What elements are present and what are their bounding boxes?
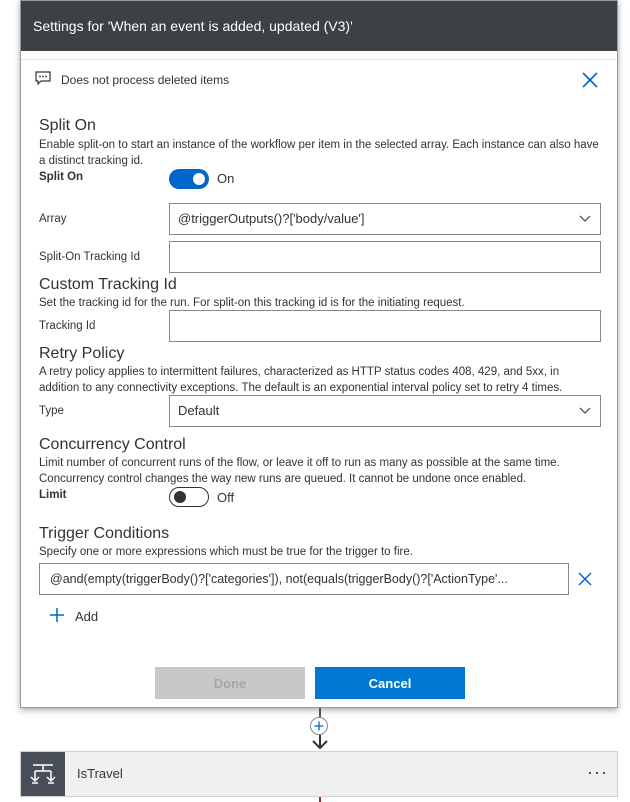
add-label: Add — [75, 609, 99, 624]
cancel-button[interactable]: Cancel — [315, 667, 465, 699]
remove-condition-icon[interactable] — [577, 571, 593, 592]
step-title: IsTravel — [77, 766, 123, 781]
concurrency-toggle[interactable] — [169, 487, 209, 507]
split-on-tracking-input[interactable] — [169, 241, 601, 273]
info-note-text: Does not process deleted items — [61, 72, 230, 87]
divider — [21, 59, 617, 60]
split-on-tracking-label: Split-On Tracking Id — [39, 251, 140, 263]
isravel-step-card[interactable]: IsTravel ··· — [20, 751, 618, 797]
custom-tracking-description: Set the tracking id for the run. For spl… — [39, 297, 465, 309]
split-on-toggle-state: On — [217, 171, 235, 186]
retry-type-dropdown[interactable]: Default — [169, 395, 601, 427]
tracking-id-input[interactable] — [169, 310, 601, 342]
plus-icon — [49, 607, 65, 626]
chevron-down-icon — [578, 396, 592, 437]
trigger-conditions-heading: Trigger Conditions — [39, 525, 170, 542]
dialog-title: Settings for 'When an event is added, up… — [21, 1, 617, 51]
condition-icon — [21, 752, 65, 796]
info-note: Does not process deleted items — [35, 71, 229, 88]
trigger-conditions-description: Specify one or more expressions which mu… — [39, 546, 413, 558]
retry-type-value: Default — [178, 403, 220, 418]
settings-dialog: Settings for 'When an event is added, up… — [20, 0, 618, 708]
toggle-knob — [193, 173, 205, 185]
add-condition-button[interactable]: Add — [49, 607, 98, 626]
custom-tracking-heading: Custom Tracking Id — [39, 276, 177, 293]
toggle-knob — [174, 491, 186, 503]
trigger-condition-input[interactable]: @and(empty(triggerBody()?['categories'])… — [39, 563, 569, 595]
limit-label: Limit — [39, 489, 67, 501]
array-dropdown[interactable]: @triggerOutputs()?['body/value'] — [169, 203, 601, 235]
retry-policy-heading: Retry Policy — [39, 345, 125, 362]
done-button[interactable]: Done — [155, 667, 305, 699]
concurrency-toggle-state: Off — [217, 490, 235, 505]
split-on-label: Split On — [39, 171, 84, 183]
more-options-icon[interactable]: ··· — [587, 752, 608, 792]
connector-line-error — [319, 797, 321, 802]
array-label: Array — [39, 213, 67, 225]
concurrency-heading: Concurrency Control — [39, 436, 186, 453]
split-on-toggle[interactable] — [169, 169, 209, 189]
split-on-heading: Split On — [39, 117, 96, 134]
tracking-id-label: Tracking Id — [39, 320, 96, 332]
insert-step-icon[interactable] — [310, 717, 328, 735]
split-on-description: Enable split-on to start an instance of … — [39, 139, 599, 167]
comment-icon — [35, 71, 51, 88]
retry-policy-description: A retry policy applies to intermittent f… — [39, 366, 563, 394]
chevron-down-icon — [578, 204, 592, 245]
close-icon[interactable] — [579, 69, 601, 91]
array-value: @triggerOutputs()?['body/value'] — [178, 211, 365, 226]
concurrency-description: Limit number of concurrent runs of the f… — [39, 457, 560, 485]
type-label: Type — [39, 405, 64, 417]
